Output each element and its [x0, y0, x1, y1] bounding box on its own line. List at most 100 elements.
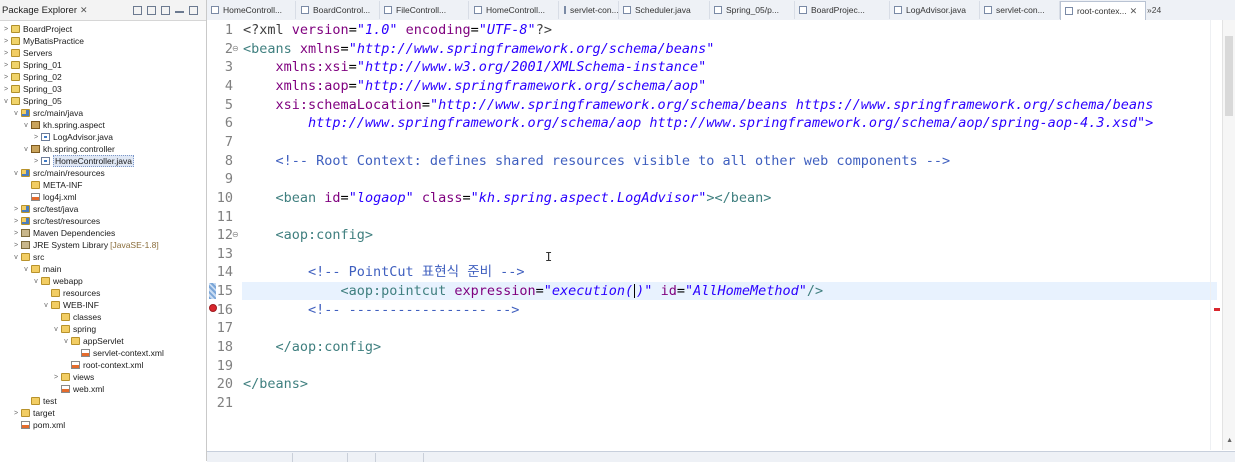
editor-tab[interactable]: Scheduler.java — [619, 1, 710, 19]
editor-tab[interactable]: FileControll... — [380, 1, 469, 19]
collapsed-arrow-icon[interactable]: > — [2, 26, 10, 33]
tree-item[interactable]: > src/test/java — [12, 203, 78, 215]
scroll-arrow-icon[interactable]: ▲ — [1226, 437, 1233, 444]
code-line[interactable]: xsi:schemaLocation="http://www.springfra… — [243, 96, 1154, 114]
scrollbar-thumb[interactable] — [1225, 36, 1233, 116]
overview-error-icon[interactable] — [1214, 308, 1220, 311]
tree-item[interactable]: v src/main/java — [12, 107, 83, 119]
view-menu-icon[interactable] — [161, 5, 170, 15]
tree-item[interactable]: log4j.xml — [22, 191, 77, 203]
editor-tab[interactable]: servlet-con... — [560, 1, 619, 19]
tree-item[interactable]: > BoardProject — [2, 23, 72, 35]
collapsed-arrow-icon[interactable]: > — [52, 374, 60, 381]
tree-item[interactable]: > Spring_02 — [2, 71, 62, 83]
link-with-editor-icon[interactable] — [147, 5, 156, 15]
tree-item[interactable]: v spring — [52, 323, 96, 335]
tree-item[interactable]: pom.xml — [12, 419, 65, 431]
expanded-arrow-icon[interactable]: v — [12, 254, 20, 261]
tree-item[interactable]: > Spring_03 — [2, 83, 62, 95]
code-line[interactable]: <bean id="logaop" class="kh.spring.aspec… — [243, 189, 772, 207]
collapsed-arrow-icon[interactable]: > — [12, 218, 20, 225]
expanded-arrow-icon[interactable]: v — [32, 278, 40, 285]
collapsed-arrow-icon[interactable]: > — [32, 158, 40, 165]
collapsed-arrow-icon[interactable]: > — [12, 206, 20, 213]
close-tab-icon[interactable]: ✕ — [1130, 6, 1138, 17]
fold-toggle-icon[interactable]: ⊖ — [232, 44, 239, 53]
editor-tab[interactable]: servlet-con... — [980, 1, 1060, 19]
code-line[interactable]: <?xml version="1.0" encoding="UTF-8"?> — [243, 21, 552, 39]
editor-tab[interactable]: BoardProjec... — [795, 1, 890, 19]
editor-tab[interactable]: HomeControll... — [207, 1, 296, 19]
tree-item[interactable]: > target — [12, 407, 55, 419]
collapsed-arrow-icon[interactable]: > — [2, 50, 10, 57]
code-line[interactable]: <aop:pointcut expression="execution()" i… — [243, 282, 824, 300]
tree-item[interactable]: > src/test/resources — [12, 215, 100, 227]
tree-item[interactable]: META-INF — [22, 179, 83, 191]
expanded-arrow-icon[interactable]: v — [12, 110, 20, 117]
tree-item[interactable]: > HomeController.java — [32, 155, 135, 167]
tree-item[interactable]: v src — [12, 251, 44, 263]
expanded-arrow-icon[interactable]: v — [52, 326, 60, 333]
editor-tab[interactable]: HomeControll... — [470, 1, 559, 19]
minimize-icon[interactable] — [175, 6, 184, 13]
collapsed-arrow-icon[interactable]: > — [2, 38, 10, 45]
tree-item[interactable]: servlet-context.xml — [72, 347, 164, 359]
collapsed-arrow-icon[interactable]: > — [12, 242, 20, 249]
expanded-arrow-icon[interactable]: v — [22, 266, 30, 273]
expanded-arrow-icon[interactable]: v — [2, 98, 10, 105]
collapsed-arrow-icon[interactable]: > — [12, 230, 20, 237]
close-view-icon[interactable]: ✕ — [80, 5, 88, 16]
collapse-all-icon[interactable] — [133, 5, 142, 15]
collapsed-arrow-icon[interactable]: > — [2, 74, 10, 81]
maximize-icon[interactable] — [189, 5, 198, 15]
editor-tab[interactable]: root-contex... ✕ — [1060, 1, 1146, 20]
code-line[interactable]: <!-- Root Context: defines shared resour… — [243, 152, 951, 170]
tree-item[interactable]: > LogAdvisor.java — [32, 131, 113, 143]
editor-tab[interactable]: BoardControl... — [297, 1, 380, 19]
editor-tab[interactable]: Spring_05/p... — [710, 1, 795, 19]
tree-item[interactable]: web.xml — [52, 383, 104, 395]
code-line[interactable]: </beans> — [243, 375, 308, 393]
code-line[interactable]: <!-- ----------------- --> — [243, 301, 519, 319]
tab-overflow-button[interactable]: »24 — [1145, 1, 1177, 19]
expanded-arrow-icon[interactable]: v — [42, 302, 50, 309]
tree-item[interactable]: resources — [42, 287, 100, 299]
tree-item[interactable]: v appServlet — [62, 335, 123, 347]
code-line[interactable]: xmlns:aop="http://www.springframework.or… — [243, 77, 707, 95]
fold-toggle-icon[interactable]: ⊖ — [232, 230, 239, 239]
tree-item[interactable]: v main — [22, 263, 61, 275]
collapsed-arrow-icon[interactable]: > — [2, 62, 10, 69]
expanded-arrow-icon[interactable]: v — [12, 170, 20, 177]
xml-editor[interactable]: <?xml version="1.0" encoding="UTF-8"?> <b… — [207, 20, 1235, 450]
code-line[interactable]: xmlns:xsi="http://www.w3.org/2001/XMLSch… — [243, 58, 707, 76]
code-line[interactable]: <aop:config> — [243, 226, 374, 244]
tree-item[interactable]: v Spring_05 — [2, 95, 62, 107]
code-line[interactable]: <!-- PointCut 표현식 준비 --> — [243, 263, 525, 281]
package-explorer-title[interactable]: Package Explorer — [0, 5, 77, 16]
tree-item[interactable]: > views — [52, 371, 94, 383]
tree-item[interactable]: > MyBatisPractice — [2, 35, 84, 47]
vertical-scrollbar[interactable]: ▲ — [1222, 20, 1235, 450]
collapsed-arrow-icon[interactable]: > — [12, 410, 20, 417]
expanded-arrow-icon[interactable]: v — [62, 338, 70, 345]
tree-item[interactable]: root-context.xml — [62, 359, 143, 371]
collapsed-arrow-icon[interactable]: > — [32, 134, 40, 141]
tree-item[interactable]: > Servers — [2, 47, 52, 59]
tree-item[interactable]: test — [22, 395, 57, 407]
tree-item[interactable]: > Maven Dependencies — [12, 227, 115, 239]
tree-item[interactable]: v webapp — [32, 275, 83, 287]
code-line[interactable]: <beans xmlns="http://www.springframework… — [243, 40, 714, 58]
tree-item[interactable]: v kh.spring.controller — [22, 143, 115, 155]
expanded-arrow-icon[interactable]: v — [22, 122, 30, 129]
code-line[interactable]: </aop:config> — [243, 338, 382, 356]
tree-item[interactable]: classes — [52, 311, 101, 323]
tree-item[interactable]: v kh.spring.aspect — [22, 119, 105, 131]
code-line[interactable]: http://www.springframework.org/schema/ao… — [243, 114, 1153, 132]
tree-item[interactable]: v src/main/resources — [12, 167, 105, 179]
expanded-arrow-icon[interactable]: v — [22, 146, 30, 153]
editor-tab[interactable]: LogAdvisor.java — [890, 1, 980, 19]
collapsed-arrow-icon[interactable]: > — [2, 86, 10, 93]
tree-item[interactable]: > Spring_01 — [2, 59, 62, 71]
tree-item[interactable]: > JRE System Library [JavaSE-1.8] — [12, 239, 159, 251]
tree-item[interactable]: v WEB-INF — [42, 299, 99, 311]
